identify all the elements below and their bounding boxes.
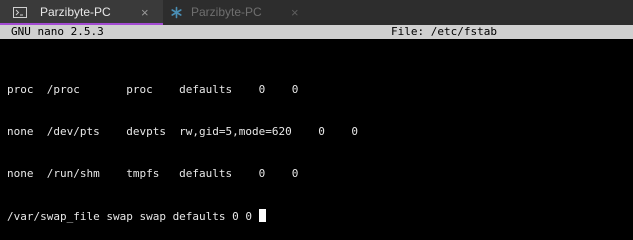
editor-line: none /run/shm tmpfs defaults 0 0 [7,167,299,180]
terminal-icon [13,7,27,18]
editor-line: proc /proc proc defaults 0 0 [7,83,299,96]
asterisk-icon [171,6,182,19]
tab-parzibyte-pc-active[interactable]: Parzibyte-PC × [0,0,163,25]
nano-version: GNU nano 2.5.3 [11,25,104,38]
editor-line-text: /var/swap_file swap swap defaults 0 0 [7,210,253,223]
tab-parzibyte-pc-inactive[interactable]: Parzibyte-PC × [163,0,315,25]
text-cursor [259,209,267,222]
tab-bar: Parzibyte-PC × Parzibyte-PC × [0,0,633,25]
nano-title-bar: GNU nano 2.5.3 File: /etc/fstab [0,25,633,39]
editor-line-current: /var/swap_file swap swap defaults 0 0 [7,209,358,223]
editor-line: none /dev/pts devpts rw,gid=5,mode=620 0… [7,125,358,138]
tab-close-button[interactable]: × [141,0,149,25]
tab-label: Parzibyte-PC [40,5,111,19]
editor-text-area[interactable]: proc /proc proc defaults 0 0 none /dev/p… [7,55,358,240]
nano-file-name: File: /etc/fstab [391,25,497,38]
tab-close-button[interactable]: × [291,0,299,25]
tab-label: Parzibyte-PC [191,5,262,19]
terminal-window: Parzibyte-PC × Parzibyte-PC × GNU nano 2… [0,0,633,236]
